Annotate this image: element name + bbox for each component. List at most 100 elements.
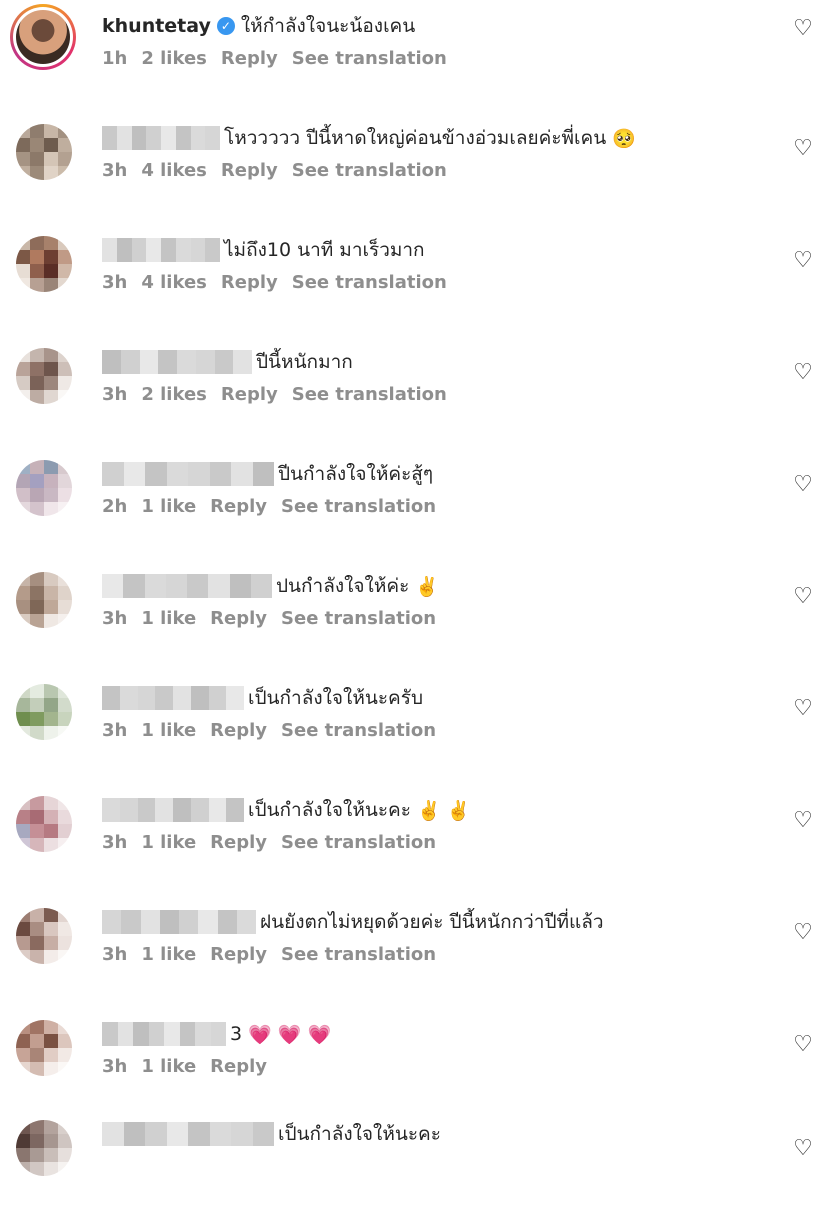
see-translation-link[interactable]: See translation xyxy=(292,272,447,293)
blurred-avatar[interactable] xyxy=(16,684,72,740)
heart-outline-icon[interactable]: ♡ xyxy=(792,1034,814,1056)
reply-button[interactable]: Reply xyxy=(221,48,278,69)
blurred-username[interactable] xyxy=(102,910,256,934)
see-translation-link[interactable]: See translation xyxy=(281,944,436,965)
likes-count[interactable]: 1 like xyxy=(141,496,196,517)
reply-button[interactable]: Reply xyxy=(210,1056,267,1077)
comment-time: 3h xyxy=(102,160,128,181)
comment-body: ฝนยังตกไม่หยุดด้วยค่ะ ปีนี้หนักกว่าปีที่… xyxy=(260,911,604,933)
likes-count[interactable]: 4 likes xyxy=(141,272,207,293)
blurred-username[interactable] xyxy=(102,126,220,150)
comment-item: ปีนี้หนักมาก 3h 2 likes Reply See translatio… xyxy=(0,336,820,448)
heart-outline-icon[interactable]: ♡ xyxy=(792,474,814,496)
blurred-username[interactable] xyxy=(102,350,252,374)
story-avatar[interactable] xyxy=(10,4,76,70)
see-translation-link[interactable]: See translation xyxy=(281,608,436,629)
heart-outline-icon[interactable]: ♡ xyxy=(792,138,814,160)
blurred-username[interactable] xyxy=(102,1022,226,1046)
comment-body: ไม่ถึง10 นาที มาเร็วมาก xyxy=(224,239,425,261)
reply-button[interactable]: Reply xyxy=(210,832,267,853)
comment-body: โหววววว ปีนี้หาดใหญ่ค่อนข้างอ่วมเลยค่ะพี… xyxy=(224,127,607,149)
blurred-username[interactable] xyxy=(102,798,244,822)
comment-meta: 2h 1 like Reply See translation xyxy=(102,496,436,517)
heart-outline-icon[interactable]: ♡ xyxy=(792,1138,814,1160)
comment-body: 3 xyxy=(230,1023,243,1045)
reply-button[interactable]: Reply xyxy=(221,272,278,293)
reply-button[interactable]: Reply xyxy=(210,608,267,629)
heart-outline-icon[interactable]: ♡ xyxy=(792,18,814,40)
comment-emoji: ✌️ ✌️ xyxy=(416,799,471,822)
blurred-avatar[interactable] xyxy=(16,124,72,180)
heart-outline-icon[interactable]: ♡ xyxy=(792,698,814,720)
comment-item: ฝนยังตกไม่หยุดด้วยค่ะ ปีนี้หนักกว่าปีที่… xyxy=(0,896,820,1008)
likes-count[interactable]: 4 likes xyxy=(141,160,207,181)
likes-count[interactable]: 1 like xyxy=(141,944,196,965)
comment-time: 2h xyxy=(102,496,128,517)
blurred-avatar[interactable] xyxy=(16,796,72,852)
blurred-avatar[interactable] xyxy=(16,1120,72,1176)
comment-text-line: khuntetay ✓ ให้กำลังใจนะน้องเคน xyxy=(102,10,415,42)
comment-text-line: ฝนยังตกไม่หยุดด้วยค่ะ ปีนี้หนักกว่าปีที่… xyxy=(102,906,604,938)
heart-outline-icon[interactable]: ♡ xyxy=(792,922,814,944)
comment-body: เป็นกำลังใจให้นะคะ xyxy=(248,799,411,821)
reply-button[interactable]: Reply xyxy=(210,944,267,965)
comment-body: เป็นกำลังใจให้นะครับ xyxy=(248,687,424,709)
comment-meta: 3h 2 likes Reply See translation xyxy=(102,384,447,405)
blurred-avatar[interactable] xyxy=(16,236,72,292)
likes-count[interactable]: 1 like xyxy=(141,1056,196,1077)
blurred-username[interactable] xyxy=(102,1122,274,1146)
blurred-username[interactable] xyxy=(102,574,272,598)
comment-item: 3 💗 💗 💗 3h 1 like Reply ♡ xyxy=(0,1008,820,1120)
blurred-username[interactable] xyxy=(102,238,220,262)
comment-body: เป็นกำลังใจให้นะคะ xyxy=(278,1123,441,1145)
blurred-username[interactable] xyxy=(102,686,244,710)
comment-username[interactable]: khuntetay xyxy=(102,15,211,37)
comment-meta: 3h 1 like Reply See translation xyxy=(102,608,436,629)
blurred-avatar[interactable] xyxy=(16,348,72,404)
comment-meta: 3h 1 like Reply See translation xyxy=(102,832,436,853)
comment-item: ไม่ถึง10 นาที มาเร็วมาก 3h 4 likes Reply See… xyxy=(0,224,820,336)
reply-button[interactable]: Reply xyxy=(210,496,267,517)
comment-item: khuntetay ✓ ให้กำลังใจนะน้องเคน 1h 2 likes Re… xyxy=(0,0,820,112)
comment-item: เป็นกำลังใจให้นะคะ ✌️ ✌️ 3h 1 like Reply See … xyxy=(0,784,820,896)
comment-item: ปีนกำลังใจให้ค่ะสู้ๆ 2h 1 like Reply See tra… xyxy=(0,448,820,560)
comment-time: 1h xyxy=(102,48,128,69)
comment-meta: 1h 2 likes Reply See translation xyxy=(102,48,447,69)
comment-item: โหววววว ปีนี้หาดใหญ่ค่อนข้างอ่วมเลยค่ะพี… xyxy=(0,112,820,224)
see-translation-link[interactable]: See translation xyxy=(292,384,447,405)
verified-badge-icon: ✓ xyxy=(216,17,235,35)
likes-count[interactable]: 2 likes xyxy=(141,48,207,69)
comment-emoji: 🥺 xyxy=(612,127,636,150)
likes-count[interactable]: 1 like xyxy=(141,832,196,853)
see-translation-link[interactable]: See translation xyxy=(281,720,436,741)
likes-count[interactable]: 1 like xyxy=(141,720,196,741)
comment-time: 3h xyxy=(102,720,128,741)
blurred-username[interactable] xyxy=(102,462,274,486)
blurred-avatar[interactable] xyxy=(16,572,72,628)
comment-text-line: ปนกำลังใจให้ค่ะ ✌️ xyxy=(102,570,439,602)
comment-text-line: เป็นกำลังใจให้นะครับ xyxy=(102,682,423,714)
likes-count[interactable]: 1 like xyxy=(141,608,196,629)
reply-button[interactable]: Reply xyxy=(221,160,278,181)
comment-time: 3h xyxy=(102,608,128,629)
reply-button[interactable]: Reply xyxy=(210,720,267,741)
likes-count[interactable]: 2 likes xyxy=(141,384,207,405)
heart-outline-icon[interactable]: ♡ xyxy=(792,810,814,832)
heart-outline-icon[interactable]: ♡ xyxy=(792,586,814,608)
see-translation-link[interactable]: See translation xyxy=(281,496,436,517)
blurred-avatar[interactable] xyxy=(16,1020,72,1076)
heart-outline-icon[interactable]: ♡ xyxy=(792,250,814,272)
see-translation-link[interactable]: See translation xyxy=(292,160,447,181)
comment-body: ปีนกำลังใจให้ค่ะสู้ๆ xyxy=(278,463,434,485)
comment-time: 3h xyxy=(102,1056,128,1077)
blurred-avatar[interactable] xyxy=(16,908,72,964)
see-translation-link[interactable]: See translation xyxy=(281,832,436,853)
comment-item: ปนกำลังใจให้ค่ะ ✌️ 3h 1 like Reply See transl… xyxy=(0,560,820,672)
reply-button[interactable]: Reply xyxy=(221,384,278,405)
see-translation-link[interactable]: See translation xyxy=(292,48,447,69)
comment-body: ให้กำลังใจนะน้องเคน xyxy=(240,15,416,37)
comment-text-line: เป็นกำลังใจให้นะคะ xyxy=(102,1118,441,1150)
heart-outline-icon[interactable]: ♡ xyxy=(792,362,814,384)
comment-text-line: โหววววว ปีนี้หาดใหญ่ค่อนข้างอ่วมเลยค่ะพี… xyxy=(102,122,636,154)
blurred-avatar[interactable] xyxy=(16,460,72,516)
